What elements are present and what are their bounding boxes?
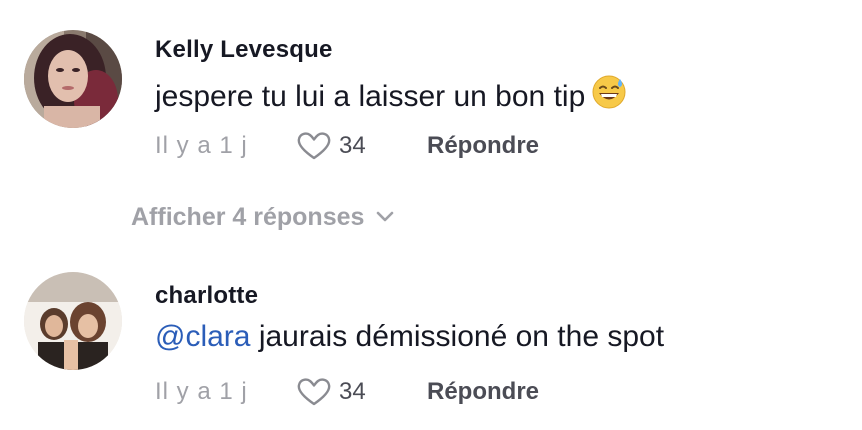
heart-icon bbox=[297, 131, 331, 161]
heart-icon bbox=[297, 377, 331, 407]
avatar-image bbox=[24, 272, 122, 370]
comment-username[interactable]: charlotte bbox=[155, 282, 258, 310]
comment-timestamp: Il y a 1 j bbox=[155, 132, 248, 159]
like-button[interactable]: 34 bbox=[297, 130, 366, 162]
comment-item: Kelly Levesque jespere tu lui a laisser … bbox=[0, 0, 862, 190]
comment-text-body: jespere tu lui a laisser un bon tip bbox=[155, 80, 586, 113]
comment-item: charlotte @clara jaurais démissioné on t… bbox=[0, 262, 862, 430]
avatar[interactable] bbox=[24, 30, 122, 128]
grinning-face-with-sweat-icon bbox=[591, 74, 627, 118]
comment-text-body: jaurais démissioné on the spot bbox=[250, 320, 665, 353]
mention-link[interactable]: @clara bbox=[155, 320, 250, 353]
view-replies-button[interactable]: Afficher 4 réponses bbox=[131, 200, 394, 234]
reply-button[interactable]: Répondre bbox=[427, 132, 539, 160]
comment-text: @clara jaurais démissioné on the spot bbox=[155, 320, 664, 354]
view-replies-label: Afficher 4 réponses bbox=[131, 202, 365, 231]
comment-username[interactable]: Kelly Levesque bbox=[155, 36, 333, 64]
like-button[interactable]: 34 bbox=[297, 376, 366, 408]
comment-timestamp: Il y a 1 j bbox=[155, 378, 248, 405]
comment-text: jespere tu lui a laisser un bon tip bbox=[155, 74, 627, 118]
like-count: 34 bbox=[339, 378, 366, 405]
reply-button[interactable]: Répondre bbox=[427, 378, 539, 406]
chevron-down-icon bbox=[364, 211, 394, 223]
avatar[interactable] bbox=[24, 272, 122, 370]
avatar-image bbox=[24, 30, 122, 128]
like-count: 34 bbox=[339, 132, 366, 159]
